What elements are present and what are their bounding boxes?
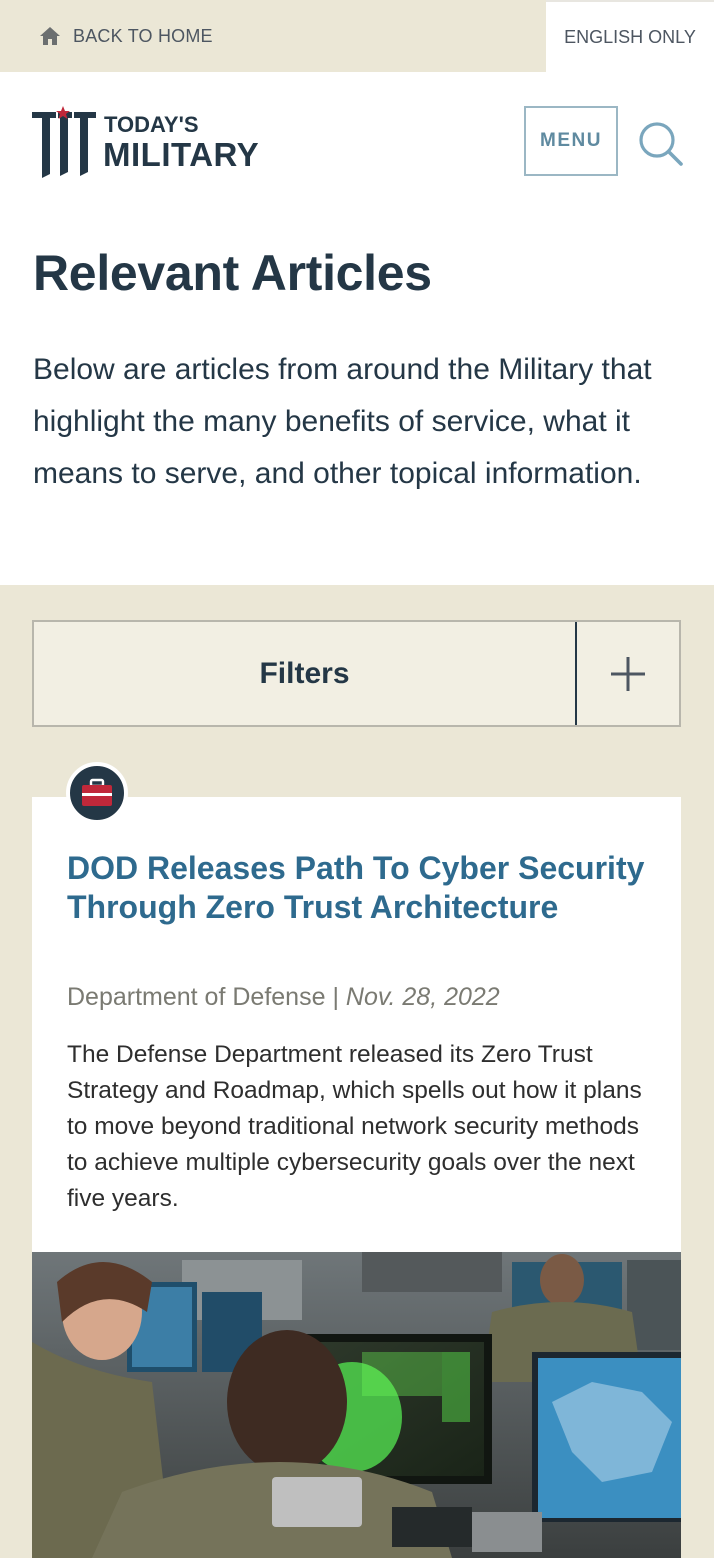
article-meta: Department of Defense | Nov. 28, 2022 (67, 983, 500, 1012)
search-icon[interactable] (634, 118, 686, 168)
article-date: Nov. 28, 2022 (345, 983, 500, 1011)
back-to-home-label: BACK TO HOME (73, 25, 213, 46)
back-to-home-link[interactable]: BACK TO HOME (0, 0, 546, 72)
meta-separator: | (332, 983, 339, 1011)
article-source: Department of Defense (67, 983, 326, 1011)
filters-toggle[interactable]: Filters (34, 622, 577, 725)
language-label: ENGLISH ONLY (546, 0, 714, 72)
article-excerpt: The Defense Department released its Zero… (67, 1041, 642, 1212)
filters-expand-button[interactable] (577, 622, 679, 725)
home-icon (40, 27, 60, 45)
menu-button[interactable]: MENU (524, 106, 618, 176)
filters-bar[interactable]: Filters (32, 620, 681, 727)
page-intro: Below are articles from around the Milit… (33, 353, 652, 490)
article-card[interactable]: DOD Releases Path To Cyber Security Thro… (32, 797, 681, 1558)
article-image[interactable] (32, 1252, 681, 1558)
page-title: Relevant Articles (33, 245, 432, 301)
logo-line2: MILITARY (103, 136, 259, 173)
todays-military-logo[interactable]: TODAY'S MILITARY (30, 106, 262, 180)
briefcase-icon (82, 778, 112, 806)
article-title-link[interactable]: DOD Releases Path To Cyber Security Thro… (67, 849, 647, 927)
site-header: TODAY'S MILITARY MENU (0, 72, 714, 212)
logo-line1: TODAY'S (104, 112, 199, 137)
utility-bar: BACK TO HOME ENGLISH ONLY (0, 0, 714, 72)
plus-icon (611, 656, 645, 691)
category-badge (66, 762, 128, 824)
